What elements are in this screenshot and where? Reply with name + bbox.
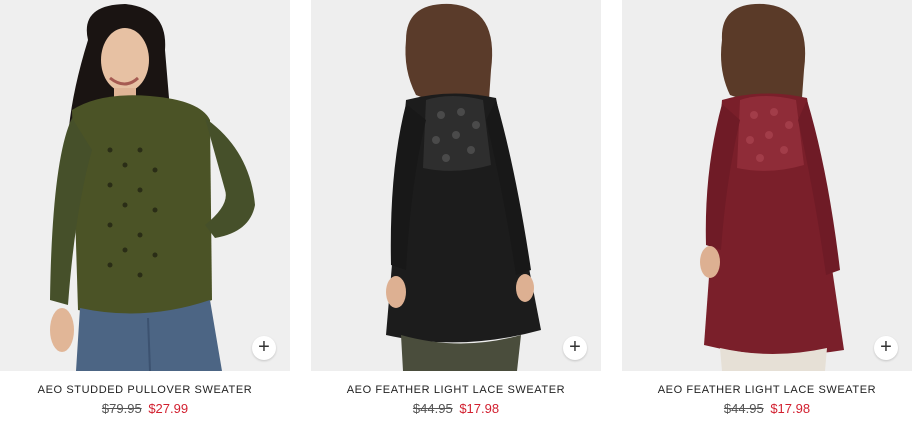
product-image[interactable]: + [622,0,912,371]
original-price: $44.95 [412,401,453,416]
product-card[interactable]: + AEO FEATHER LIGHT LACE SWEATER $44.95 … [311,0,601,435]
product-price: $44.95 $17.98 [622,401,912,416]
product-name[interactable]: AEO FEATHER LIGHT LACE SWEATER [622,384,912,396]
sale-price: $27.99 [148,401,189,416]
product-card[interactable]: + AEO STUDDED PULLOVER SWEATER $79.95 $2… [0,0,290,435]
product-name[interactable]: AEO STUDDED PULLOVER SWEATER [0,384,290,396]
sale-price: $17.98 [770,401,811,416]
original-price: $44.95 [723,401,764,416]
product-name[interactable]: AEO FEATHER LIGHT LACE SWEATER [311,384,601,396]
sale-price: $17.98 [459,401,500,416]
product-image[interactable]: + [0,0,290,371]
product-card[interactable]: + AEO FEATHER LIGHT LACE SWEATER $44.95 … [622,0,912,435]
quick-add-button[interactable]: + [563,336,587,360]
quick-add-button[interactable]: + [252,336,276,360]
product-price: $44.95 $17.98 [311,401,601,416]
original-price: $79.95 [101,401,142,416]
product-price: $79.95 $27.99 [0,401,290,416]
product-image[interactable]: + [311,0,601,371]
quick-add-button[interactable]: + [874,336,898,360]
